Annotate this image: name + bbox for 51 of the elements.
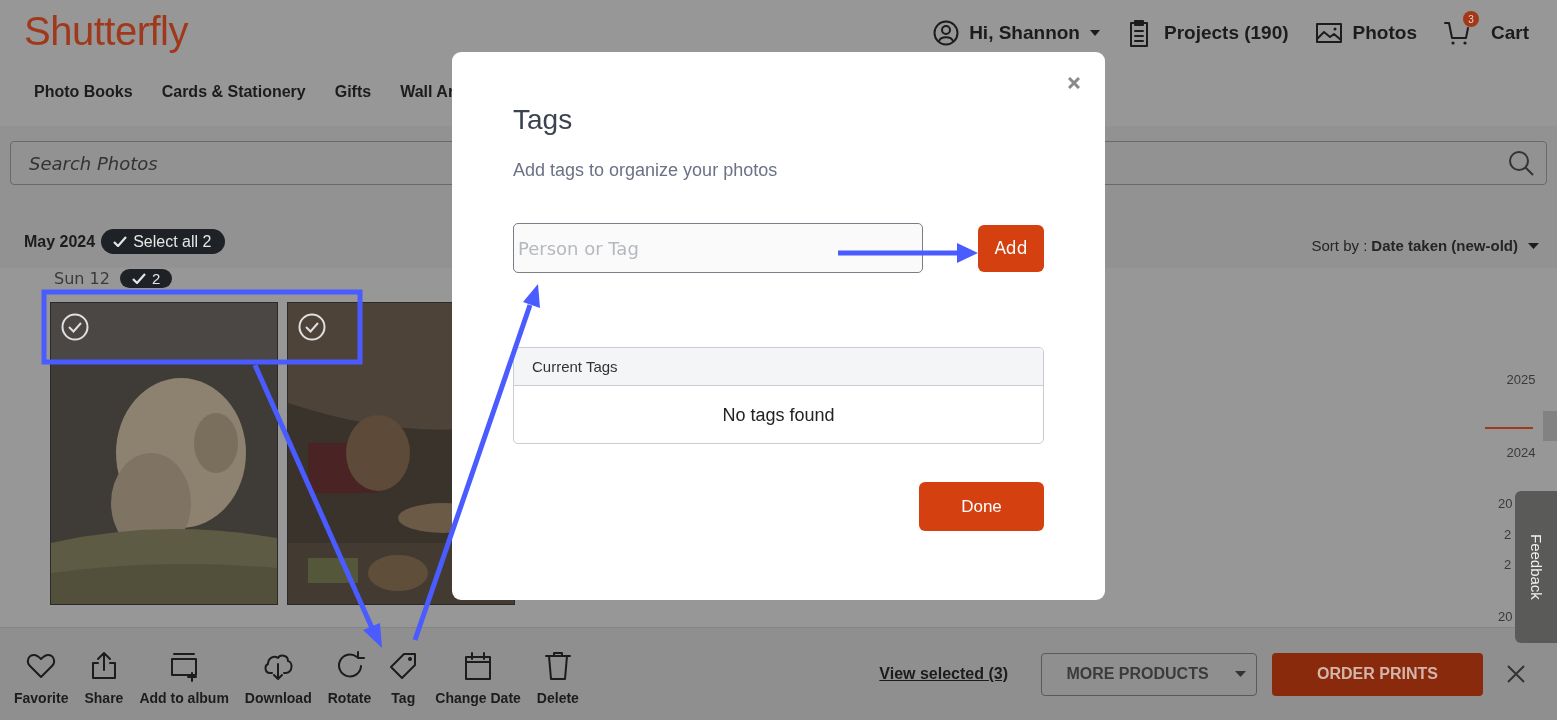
cart-link[interactable]: 3 Cart — [1443, 9, 1529, 47]
add-button[interactable]: Add — [978, 224, 1044, 272]
timeline-year[interactable]: 2 — [1504, 527, 1512, 542]
toolbar-action[interactable]: Rotate — [327, 650, 372, 706]
caret-icon — [1089, 30, 1100, 36]
done-button[interactable]: Done — [919, 482, 1044, 531]
cart-count-badge: 3 — [1463, 11, 1479, 27]
view-selected-link[interactable]: View selected (3) — [879, 665, 1008, 683]
day-count-badge[interactable]: 2 — [119, 268, 173, 288]
nav-link[interactable]: Photos — [1314, 19, 1417, 47]
sort-dropdown[interactable]: Sort by : Date taken (new-old) — [1311, 237, 1539, 254]
order-prints-button[interactable]: ORDER PRINTS — [1272, 652, 1483, 696]
category-link[interactable]: Cards & Stationery — [161, 83, 306, 101]
dialog-title: Tags — [513, 104, 574, 136]
nav-link[interactable]: Projects (190) — [1125, 19, 1289, 47]
tag-input-field[interactable]: Person or Tag — [513, 223, 923, 273]
timeline-year[interactable]: 2025 — [1506, 372, 1536, 387]
timeline-marker — [1485, 427, 1533, 429]
category-link[interactable]: Photo Books — [34, 83, 133, 101]
timeline-year[interactable]: 2024 — [1506, 445, 1536, 460]
selection-checkbox[interactable] — [61, 313, 89, 341]
dialog-subtitle: Add tags to organize your photos — [513, 160, 779, 181]
timeline-year[interactable]: 20 — [1498, 609, 1513, 624]
toolbar-action[interactable]: Delete — [536, 650, 579, 706]
toolbar-action[interactable]: Tag — [387, 650, 420, 706]
current-tags-header: Current Tags — [514, 348, 1043, 386]
search-icon — [1507, 149, 1535, 177]
toolbar-action[interactable]: Favorite — [14, 650, 69, 706]
feedback-tab[interactable]: Feedback — [1515, 491, 1557, 643]
user-icon — [933, 20, 960, 46]
check-icon — [113, 236, 128, 247]
timeline-year[interactable]: 2 — [1504, 557, 1512, 572]
day-label: Sun 12 — [54, 268, 110, 288]
selection-checkbox[interactable] — [298, 313, 326, 341]
caret-icon — [1234, 671, 1246, 677]
close-icon[interactable] — [1507, 665, 1525, 683]
category-link[interactable]: Gifts — [334, 83, 372, 101]
month-label: May 2024 — [24, 232, 96, 251]
check-icon — [131, 272, 146, 284]
toolbar-action[interactable]: Share — [84, 650, 124, 706]
user-menu[interactable]: Hi, Shannon — [933, 20, 1100, 46]
timeline-year[interactable]: 20 — [1498, 496, 1513, 511]
select-all-button[interactable]: Select all 2 — [101, 229, 226, 254]
toolbar-action[interactable]: Download — [244, 650, 312, 706]
more-products-dropdown[interactable]: MORE PRODUCTS — [1041, 652, 1257, 696]
category-link[interactable]: Wall Ar — [400, 83, 455, 101]
caret-icon — [1528, 242, 1539, 249]
empty-message: No tags found — [722, 404, 835, 426]
close-icon[interactable] — [1068, 77, 1080, 89]
toolbar-action[interactable]: Add to album — [139, 650, 229, 706]
toolbar-action[interactable]: Change Date — [435, 650, 521, 706]
